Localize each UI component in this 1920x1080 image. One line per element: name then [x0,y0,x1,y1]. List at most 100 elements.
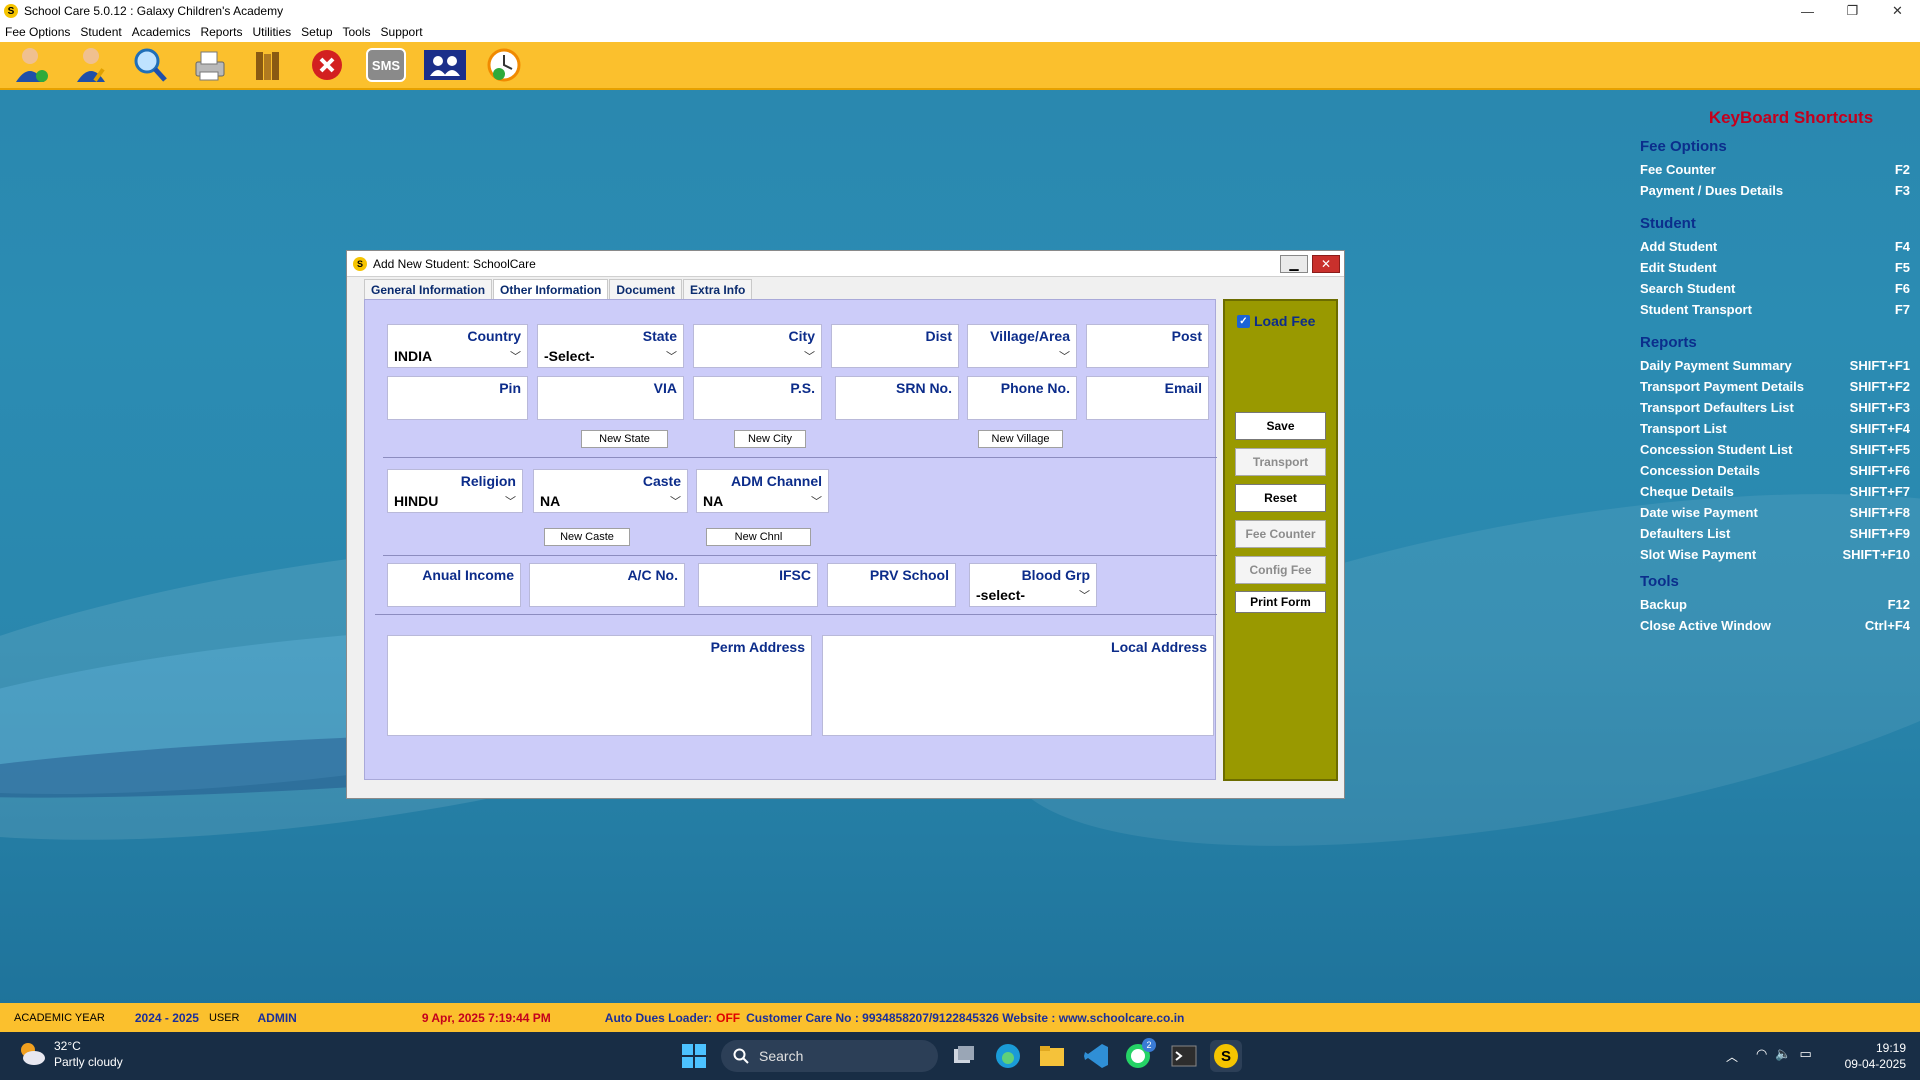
menu-tools[interactable]: Tools [338,25,376,39]
village-label: Village/Area [990,328,1070,344]
city-label: City [788,328,815,344]
ifsc-input[interactable]: IFSC [698,563,818,607]
exit-icon[interactable] [305,45,349,85]
save-button[interactable]: Save [1235,412,1326,440]
tab-extra-info[interactable]: Extra Info [683,279,753,300]
schoolcare-logo: S [1214,1044,1238,1068]
status-bar: ACADEMIC YEAR 2024 - 2025 USER ADMIN 9 A… [0,1003,1920,1032]
new-state-button[interactable]: New State [581,430,668,448]
app-title: School Care 5.0.12 : Galaxy Children's A… [24,4,284,18]
attendance-clock-icon[interactable] [482,45,526,85]
srn-input[interactable]: SRN No. [835,376,959,420]
dialog-close-icon[interactable]: ✕ [1312,255,1340,273]
shortcut-label: Slot Wise Payment [1640,547,1757,562]
shortcut-key: SHIFT+F3 [1849,400,1910,415]
religion-select[interactable]: Religion HINDU ﹀ [387,469,523,513]
close-icon[interactable]: ✕ [1875,0,1920,22]
menu-student[interactable]: Student [75,25,126,39]
clock[interactable]: 19:19 09-04-2025 [1845,1040,1906,1072]
system-tray[interactable]: ◠ 🔈 ▭ [1756,1046,1812,1062]
dist-label: Dist [925,328,952,344]
shortcut-key: F12 [1887,597,1910,612]
menu-academics[interactable]: Academics [127,25,196,39]
reset-button[interactable]: Reset [1235,484,1326,512]
shortcut-row: Fee Counter F2 [1640,159,1910,180]
search-placeholder: Search [759,1048,804,1064]
city-select[interactable]: City ﹀ [693,324,822,368]
prv-school-input[interactable]: PRV School [827,563,956,607]
dialog-minimize-icon[interactable]: ▁ [1280,255,1308,273]
new-caste-button[interactable]: New Caste [544,528,630,546]
sms-icon[interactable]: SMS [364,45,408,85]
tab-other-information[interactable]: Other Information [493,279,609,300]
menu-fee-options[interactable]: Fee Options [0,25,75,39]
menu-utilities[interactable]: Utilities [247,25,296,39]
shortcut-label: Edit Student [1640,260,1717,275]
post-input[interactable]: Post [1086,324,1209,368]
religion-label: Religion [460,473,516,489]
phone-input[interactable]: Phone No. [967,376,1077,420]
menu-bar: Fee Options Student Academics Reports Ut… [0,22,1920,42]
email-input[interactable]: Email [1086,376,1209,420]
tab-document[interactable]: Document [609,279,683,300]
shortcut-section-title: Student [1640,215,1696,232]
schoolcare-taskbar-icon[interactable]: S [1210,1040,1242,1072]
vscode-icon[interactable] [1082,1042,1110,1075]
blood-group-select[interactable]: Blood Grp -select- ﹀ [969,563,1097,607]
taskbar-search-box[interactable]: Search [721,1040,938,1072]
ps-label: P.S. [790,380,815,396]
books-icon[interactable] [246,45,290,85]
new-chnl-button[interactable]: New Chnl [706,528,811,546]
caste-select[interactable]: Caste NA ﹀ [533,469,688,513]
whatsapp-icon[interactable]: 2 [1124,1038,1156,1075]
restore-icon[interactable]: ❐ [1830,0,1875,22]
user-label: USER [208,1011,240,1024]
minimize-icon[interactable]: — [1785,0,1830,22]
group-icon[interactable] [423,45,467,85]
dialog-titlebar: S Add New Student: SchoolCare ▁ ✕ [347,251,1344,277]
prv-school-label: PRV School [869,567,949,583]
local-address-textarea[interactable]: Local Address [822,635,1214,736]
load-fee-checkbox[interactable]: ✓ Load Fee [1237,313,1315,329]
perm-address-label: Perm Address [710,639,805,655]
dist-input[interactable]: Dist [831,324,959,368]
search-icon [733,1048,749,1064]
new-village-button[interactable]: New Village [978,430,1063,448]
task-view-icon[interactable] [952,1044,976,1073]
add-student-icon[interactable] [10,45,54,85]
tab-general-information[interactable]: General Information [364,279,493,300]
chevron-up-icon[interactable]: ︿ [1726,1048,1738,1065]
new-city-button[interactable]: New City [734,430,806,448]
perm-address-textarea[interactable]: Perm Address [387,635,812,736]
transport-button[interactable]: Transport [1235,448,1326,476]
shortcut-row: Add Student F4 [1640,236,1910,257]
shortcut-key: SHIFT+F6 [1849,463,1910,478]
file-explorer-icon[interactable] [1038,1042,1066,1075]
pin-input[interactable]: Pin [387,376,528,420]
ps-input[interactable]: P.S. [693,376,822,420]
adm-channel-select[interactable]: ADM Channel NA ﹀ [696,469,829,513]
print-form-button[interactable]: Print Form [1235,591,1326,613]
srn-label: SRN No. [896,380,952,396]
windows-start-icon[interactable] [680,1042,708,1070]
village-area-select[interactable]: Village/Area ﹀ [967,324,1077,368]
fee-counter-button[interactable]: Fee Counter [1235,520,1326,548]
edit-student-icon[interactable] [69,45,113,85]
search-icon[interactable] [128,45,172,85]
clock-date: 09-04-2025 [1844,1057,1906,1071]
menu-reports[interactable]: Reports [195,25,247,39]
state-select[interactable]: State -Select- ﹀ [537,324,684,368]
edge-browser-icon[interactable] [994,1042,1022,1075]
country-select[interactable]: Country INDIA ﹀ [387,324,528,368]
annual-income-input[interactable]: Anual Income [387,563,521,607]
printer-icon[interactable] [187,45,231,85]
user-value: ADMIN [257,1010,297,1025]
ac-no-input[interactable]: A/C No. [529,563,685,607]
menu-support[interactable]: Support [376,25,428,39]
via-input[interactable]: VIA [537,376,684,420]
menu-setup[interactable]: Setup [296,25,337,39]
terminal-icon[interactable] [1170,1042,1198,1075]
shortcut-label: Date wise Payment [1640,505,1758,520]
weather-widget[interactable]: 32°C Partly cloudy [16,1038,123,1070]
config-fee-button[interactable]: Config Fee [1235,556,1326,584]
